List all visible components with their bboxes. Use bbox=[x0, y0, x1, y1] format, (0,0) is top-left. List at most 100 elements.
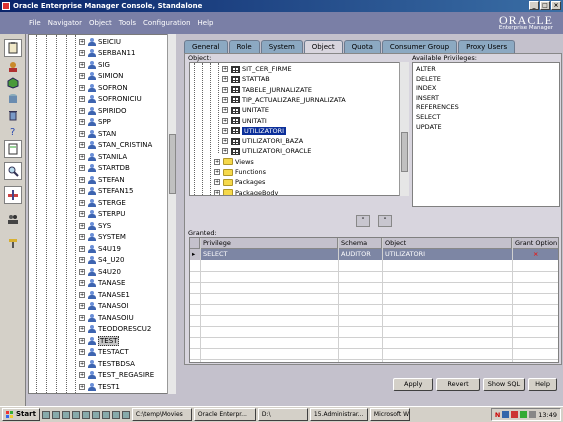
task-word[interactable]: Microsoft Word... bbox=[369, 408, 410, 421]
tree-item[interactable]: + SOFRONICIU bbox=[79, 94, 142, 105]
antivirus-icon[interactable] bbox=[511, 411, 519, 418]
tree-item[interactable]: + TEST bbox=[79, 335, 120, 346]
tree-item[interactable]: + TANASOIU bbox=[79, 312, 134, 323]
expand-icon[interactable]: + bbox=[79, 314, 85, 321]
grant-option-checkbox[interactable]: × bbox=[530, 249, 538, 260]
help-button[interactable]: Help bbox=[528, 378, 557, 391]
tree-item[interactable]: + STANILA bbox=[79, 151, 127, 162]
tree-item[interactable]: + S4U20 bbox=[79, 266, 121, 277]
expand-icon[interactable]: + bbox=[222, 127, 228, 134]
quicklaunch-icon[interactable] bbox=[41, 410, 50, 419]
tree-item[interactable]: + STERGE bbox=[79, 197, 126, 208]
expand-icon[interactable]: + bbox=[79, 107, 85, 114]
privilege-item[interactable]: SELECT bbox=[416, 113, 440, 121]
object-table-item[interactable]: + UTILIZATORI_ORACLE bbox=[222, 146, 311, 156]
tree-item[interactable]: + TESTBDSA bbox=[79, 358, 135, 369]
expand-icon[interactable]: + bbox=[79, 245, 85, 252]
tree-scrollbar[interactable] bbox=[167, 34, 176, 394]
expand-icon[interactable]: + bbox=[79, 222, 85, 229]
expand-icon[interactable]: + bbox=[214, 179, 220, 186]
column-privilege[interactable]: Privilege bbox=[200, 238, 338, 249]
navigator-tool-button[interactable] bbox=[4, 39, 22, 57]
expand-icon[interactable]: + bbox=[222, 66, 228, 72]
column-schema[interactable]: Schema bbox=[338, 238, 382, 249]
tree-item[interactable]: + TESTACT bbox=[79, 347, 129, 358]
object-table-item[interactable]: + STATTAB bbox=[222, 74, 270, 84]
tab-object[interactable]: Object bbox=[303, 40, 343, 54]
expand-icon[interactable]: + bbox=[79, 372, 85, 378]
expand-icon[interactable]: + bbox=[79, 268, 85, 275]
task-administrar[interactable]: 15.Administrar... bbox=[309, 408, 368, 421]
quicklaunch-icon[interactable] bbox=[101, 410, 110, 419]
tree-item[interactable]: + TEST_REGASIRE bbox=[79, 370, 154, 381]
privilege-item[interactable]: INSERT bbox=[416, 94, 439, 102]
tree-item[interactable]: + SPIRIDO bbox=[79, 105, 127, 116]
start-button[interactable]: Start bbox=[2, 408, 40, 421]
tree-item[interactable]: + STEFAN15 bbox=[79, 186, 133, 197]
quicklaunch-icon[interactable] bbox=[51, 410, 60, 419]
object-scrollbar[interactable] bbox=[399, 62, 409, 196]
expand-icon[interactable]: + bbox=[79, 73, 85, 79]
menu-navigator[interactable]: Navigator bbox=[48, 19, 82, 27]
expand-icon[interactable]: + bbox=[79, 234, 85, 240]
quicklaunch-icon[interactable] bbox=[91, 410, 100, 419]
tray-icon[interactable] bbox=[529, 411, 537, 418]
object-table-item[interactable]: + TIP_ACTUALIZARE_JURNALIZATA bbox=[222, 95, 346, 105]
expand-icon[interactable]: + bbox=[79, 50, 85, 56]
tab-consumer-group[interactable]: Consumer Group bbox=[381, 40, 458, 53]
expand-icon[interactable]: + bbox=[79, 61, 85, 68]
minimize-button[interactable]: _ bbox=[529, 1, 539, 10]
expand-icon[interactable]: + bbox=[79, 165, 85, 171]
expand-icon[interactable]: + bbox=[222, 138, 228, 145]
object-table-item[interactable]: + TABELE_JURNALIZATE bbox=[222, 85, 312, 95]
tree-item[interactable]: + TEODORESCU2 bbox=[79, 324, 151, 335]
expand-icon[interactable]: + bbox=[79, 303, 85, 309]
tab-general[interactable]: General bbox=[184, 40, 228, 53]
expand-icon[interactable]: + bbox=[214, 158, 220, 165]
expand-icon[interactable]: + bbox=[214, 189, 220, 195]
tab-quota[interactable]: Quota bbox=[343, 40, 381, 53]
diagnostic-tool-button[interactable] bbox=[4, 162, 22, 180]
network-icon[interactable] bbox=[502, 411, 510, 418]
config-tool-button[interactable] bbox=[4, 234, 22, 252]
tree-item[interactable]: + SOFRON bbox=[79, 82, 128, 93]
privilege-item[interactable]: ALTER bbox=[416, 65, 436, 73]
expand-icon[interactable]: + bbox=[79, 188, 85, 194]
tab-role[interactable]: Role bbox=[228, 40, 260, 53]
tree-item[interactable]: + STEFAN bbox=[79, 174, 125, 185]
close-button[interactable]: × bbox=[551, 1, 561, 10]
language-indicator[interactable]: N bbox=[495, 411, 500, 419]
expand-icon[interactable]: + bbox=[79, 96, 85, 102]
expand-icon[interactable]: + bbox=[79, 199, 85, 206]
privilege-item[interactable]: INDEX bbox=[416, 84, 436, 92]
expand-icon[interactable]: + bbox=[79, 211, 85, 217]
tree-item[interactable]: + SPP bbox=[79, 117, 111, 128]
expand-icon[interactable]: + bbox=[222, 107, 228, 114]
object-table-item[interactable]: + UTILIZATORI bbox=[222, 126, 287, 136]
tree-item[interactable]: + SERBAN11 bbox=[79, 48, 135, 59]
expand-icon[interactable]: + bbox=[79, 280, 85, 286]
tree-item[interactable]: + STAN_CRISTINA bbox=[79, 140, 152, 151]
privilege-item[interactable]: REFERENCES bbox=[416, 103, 459, 111]
table-row[interactable]: ▸ SELECT AUDITOR UTILIZATORI × bbox=[190, 249, 558, 260]
menu-object[interactable]: Object bbox=[89, 19, 112, 27]
revert-button[interactable]: Revert bbox=[436, 378, 480, 391]
task-oracle[interactable]: Oracle Enterpr... bbox=[193, 408, 256, 421]
remove-privilege-button[interactable]: ˄ bbox=[378, 215, 392, 227]
clock[interactable]: 13:49 bbox=[538, 411, 557, 419]
menu-file[interactable]: File bbox=[29, 19, 41, 27]
expand-icon[interactable]: + bbox=[79, 84, 85, 91]
quicklaunch-icon[interactable] bbox=[71, 410, 80, 419]
tree-item[interactable]: + TANASE1 bbox=[79, 289, 130, 300]
column-object[interactable]: Object bbox=[382, 238, 512, 249]
tree-item[interactable]: + SIMION bbox=[79, 71, 123, 82]
quicklaunch-icon[interactable] bbox=[121, 410, 130, 419]
expand-icon[interactable]: + bbox=[79, 383, 85, 390]
expand-icon[interactable]: + bbox=[222, 148, 228, 155]
quicklaunch-icon[interactable] bbox=[61, 410, 70, 419]
object-table-item[interactable]: + SIT_CER_FIRME bbox=[222, 64, 292, 74]
task-drive-d[interactable]: D:\ bbox=[257, 408, 308, 421]
expand-icon[interactable]: + bbox=[79, 326, 85, 332]
task-movies[interactable]: C:\temp\Movies bbox=[131, 408, 192, 421]
expand-icon[interactable]: + bbox=[79, 142, 85, 148]
